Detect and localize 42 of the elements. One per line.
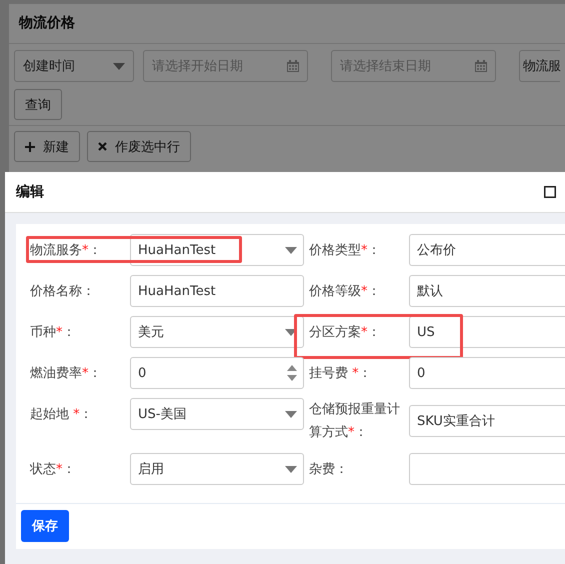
search-button[interactable]: 查询 (14, 89, 62, 120)
caret-icon (285, 466, 297, 472)
caret-icon (285, 410, 297, 418)
caret-icon (285, 246, 297, 254)
input-field[interactable]: HuaHanTest (130, 275, 304, 307)
dialog-title: 编辑 (16, 183, 44, 201)
field-label: 燃油费率*： (30, 364, 102, 382)
field-label: 价格等级*： (309, 282, 382, 300)
close-icon (98, 142, 107, 151)
save-button[interactable]: 保存 (21, 510, 69, 542)
field-label: 挂号费 *： (309, 364, 373, 382)
spinner-icon[interactable] (287, 364, 297, 382)
field-label: 币种*： (30, 324, 76, 342)
field-label: 状态*： (30, 460, 76, 478)
select-field[interactable]: 启用 (130, 453, 304, 485)
maximize-icon[interactable] (544, 186, 556, 198)
field-label: 起始地 *： (30, 406, 94, 424)
select-field[interactable]: US-美国 (130, 398, 304, 430)
field-label: 仓储预报重量计算方式*： (309, 401, 401, 442)
input-field[interactable]: SKU实重合计 (409, 405, 565, 437)
calendar-icon (475, 60, 487, 72)
input-field[interactable]: 默认 (409, 275, 565, 307)
field-label: 价格名称： (30, 282, 96, 300)
plus-icon (25, 142, 35, 152)
input-field[interactable]: 物流服 (519, 50, 560, 82)
field-label: 价格类型*： (309, 242, 382, 260)
input-field[interactable]: US (409, 316, 565, 348)
calendar-icon (287, 60, 299, 72)
number-field[interactable]: 0 (130, 357, 304, 389)
select-field[interactable]: 创建时间 (14, 50, 134, 82)
new-button[interactable]: 新建 (14, 131, 80, 162)
field-label: 杂费： (309, 460, 349, 478)
caret-icon (113, 62, 125, 70)
input-field[interactable]: 0 (409, 357, 565, 389)
select-field[interactable]: 美元 (130, 316, 304, 348)
field-label: 物流服务*： (30, 242, 102, 260)
caret-icon (285, 328, 297, 336)
void-button[interactable]: 作废选中行 (87, 131, 191, 162)
input-field[interactable] (409, 453, 565, 485)
field-label: 分区方案*： (309, 324, 382, 342)
input-field[interactable]: 公布价 (409, 234, 565, 266)
page-title: 物流价格 (9, 4, 565, 44)
